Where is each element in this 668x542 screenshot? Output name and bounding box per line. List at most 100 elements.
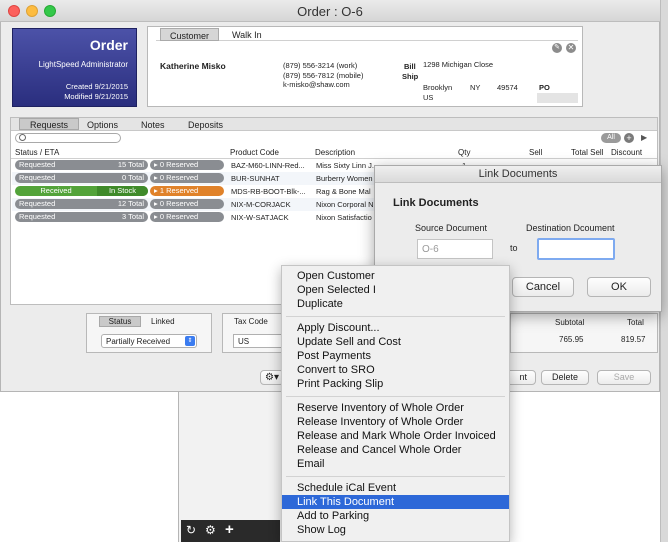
order-heading: Order [89, 37, 128, 53]
reserved-pill: ▸ 1 Reserved [150, 186, 224, 196]
menu-item-add-to-parking[interactable]: Add to Parking [282, 509, 509, 523]
description: Nixon Corporal N [316, 200, 374, 209]
col-total-sell[interactable]: Total Sell [571, 148, 603, 157]
col-status[interactable]: Status / ETA [15, 148, 59, 157]
subtotal-label: Subtotal [555, 318, 585, 327]
menu-item-schedule-ical[interactable]: Schedule iCal Event [282, 481, 509, 495]
address-city: Brooklyn [423, 83, 453, 92]
menu-item-email[interactable]: Email [282, 457, 509, 471]
destination-document-field[interactable] [537, 238, 615, 260]
po-field[interactable] [537, 93, 578, 103]
product-code: MDS-RB-BOOT-Blk-... [231, 187, 306, 196]
menu-item-convert-sro[interactable]: Convert to SRO [282, 363, 509, 377]
tab-customer[interactable]: Customer [160, 28, 220, 41]
add-icon[interactable]: + [225, 521, 234, 538]
customer-phone-work: (879) 556-3214 (work) [283, 61, 358, 70]
address-state: NY [470, 83, 481, 92]
gear-icon: ⚙▾ [265, 372, 279, 383]
reserved-pill: ▸ 0 Reserved [150, 212, 224, 222]
tax-value: US [238, 337, 250, 346]
col-product-code[interactable]: Product Code [230, 148, 279, 157]
address-line: 1298 Michigan Close [423, 60, 494, 69]
menu-item-open-selected[interactable]: Open Selected I [282, 283, 509, 297]
menu-item-reserve-inventory[interactable]: Reserve Inventory of Whole Order [282, 401, 509, 415]
customer-tabbar: Customer Walk In [156, 27, 578, 41]
customer-name[interactable]: Katherine Misko [160, 61, 226, 71]
tab-walk-in[interactable]: Walk In [223, 28, 271, 43]
status-pill: Requested 12 Total [15, 199, 148, 209]
col-qty[interactable]: Qty [458, 148, 470, 157]
bottom-toolbar: ↻ ⚙ + [181, 520, 280, 542]
col-description[interactable]: Description [315, 148, 355, 157]
status-pill: Requested 15 Total [15, 160, 148, 170]
tab-requests[interactable]: Requests [19, 118, 80, 130]
status-panel: Status Linked Partially Received ⇕ [86, 313, 212, 353]
search-icon [19, 134, 26, 141]
search-input[interactable] [15, 133, 121, 143]
tax-field[interactable]: US [233, 334, 283, 348]
reserved-pill: ▸ 0 Reserved [150, 160, 224, 170]
menu-item-open-customer[interactable]: Open Customer [282, 269, 509, 283]
gear-icon[interactable]: ⚙ [205, 523, 216, 537]
dialog-title: Link Documents [375, 166, 661, 183]
to-label: to [510, 243, 518, 253]
ok-button[interactable]: OK [587, 277, 651, 297]
source-label: Source Document [415, 223, 488, 233]
add-icon[interactable]: + [624, 133, 634, 143]
source-document-field[interactable]: O-6 [417, 239, 493, 259]
menu-item-update-sell-cost[interactable]: Update Sell and Cost [282, 335, 509, 349]
product-code: BAZ-M60-LINN-Red... [231, 161, 305, 170]
status-text: Requested [19, 199, 56, 208]
tab-notes[interactable]: Notes [131, 119, 175, 131]
edit-icon[interactable]: ✎ [552, 43, 562, 53]
subtotal-value: 765.95 [559, 335, 584, 344]
customer-email[interactable]: k-misko@shaw.com [283, 80, 350, 90]
status-pill: Requested 0 Total [15, 173, 148, 183]
window-title: Order : O-6 [297, 4, 363, 19]
description: Burberry Women [316, 174, 373, 183]
tax-label: Tax Code [234, 317, 268, 326]
menu-item-release-mark-invoiced[interactable]: Release and Mark Whole Order Invoiced [282, 429, 509, 443]
menu-item-link-document[interactable]: Link This Document [282, 495, 509, 509]
tab-linked[interactable]: Linked [151, 317, 175, 326]
actions-menu: Open Customer Open Selected I Duplicate … [281, 265, 510, 542]
destination-label: Destination Dcoument [526, 223, 615, 233]
tab-status[interactable]: Status [99, 316, 141, 327]
menu-item-release-inventory[interactable]: Release Inventory of Whole Order [282, 415, 509, 429]
tab-deposits[interactable]: Deposits [178, 119, 233, 131]
menu-item-release-cancel[interactable]: Release and Cancel Whole Order [282, 443, 509, 457]
menu-item-apply-discount[interactable]: Apply Discount... [282, 321, 509, 335]
status-select[interactable]: Partially Received ⇕ [101, 334, 197, 348]
status-text: Received [40, 186, 72, 195]
save-button[interactable]: Save [597, 370, 651, 385]
menu-separator [286, 396, 505, 397]
all-badge[interactable]: All [601, 133, 621, 143]
dialog-heading: Link Documents [393, 197, 479, 209]
total-count: 3 Total [122, 212, 144, 221]
tab-options[interactable]: Options [77, 119, 128, 131]
clear-icon[interactable]: ✕ [566, 43, 576, 53]
address-zip: 49574 [497, 83, 518, 92]
status-select-value: Partially Received [106, 337, 171, 346]
status-text: Requested [19, 212, 56, 221]
order-created: Created 9/21/2015 [65, 82, 128, 91]
menu-item-show-log[interactable]: Show Log [282, 523, 509, 537]
status-pill: Requested 3 Total [15, 212, 148, 222]
status-text: Requested [19, 173, 56, 182]
menu-item-post-payments[interactable]: Post Payments [282, 349, 509, 363]
play-icon[interactable]: ▶ [641, 133, 647, 142]
product-code: NIX-W-SATJACK [231, 213, 289, 222]
menu-item-print-packing-slip[interactable]: Print Packing Slip [282, 377, 509, 391]
reserved-text: 1 Reserved [159, 186, 199, 195]
order-modified: Modified 9/21/2015 [64, 92, 128, 101]
refresh-icon[interactable]: ↻ [186, 523, 196, 537]
cancel-button[interactable]: Cancel [512, 277, 574, 297]
total-count: In Stock [97, 186, 148, 196]
description: Nixon Satisfactio [316, 213, 372, 222]
menu-separator [286, 316, 505, 317]
menu-item-duplicate[interactable]: Duplicate [282, 297, 509, 311]
delete-button[interactable]: Delete [541, 370, 589, 385]
col-sell[interactable]: Sell [529, 148, 542, 157]
col-discount[interactable]: Discount [611, 148, 642, 157]
source-document-value: O-6 [422, 244, 439, 255]
